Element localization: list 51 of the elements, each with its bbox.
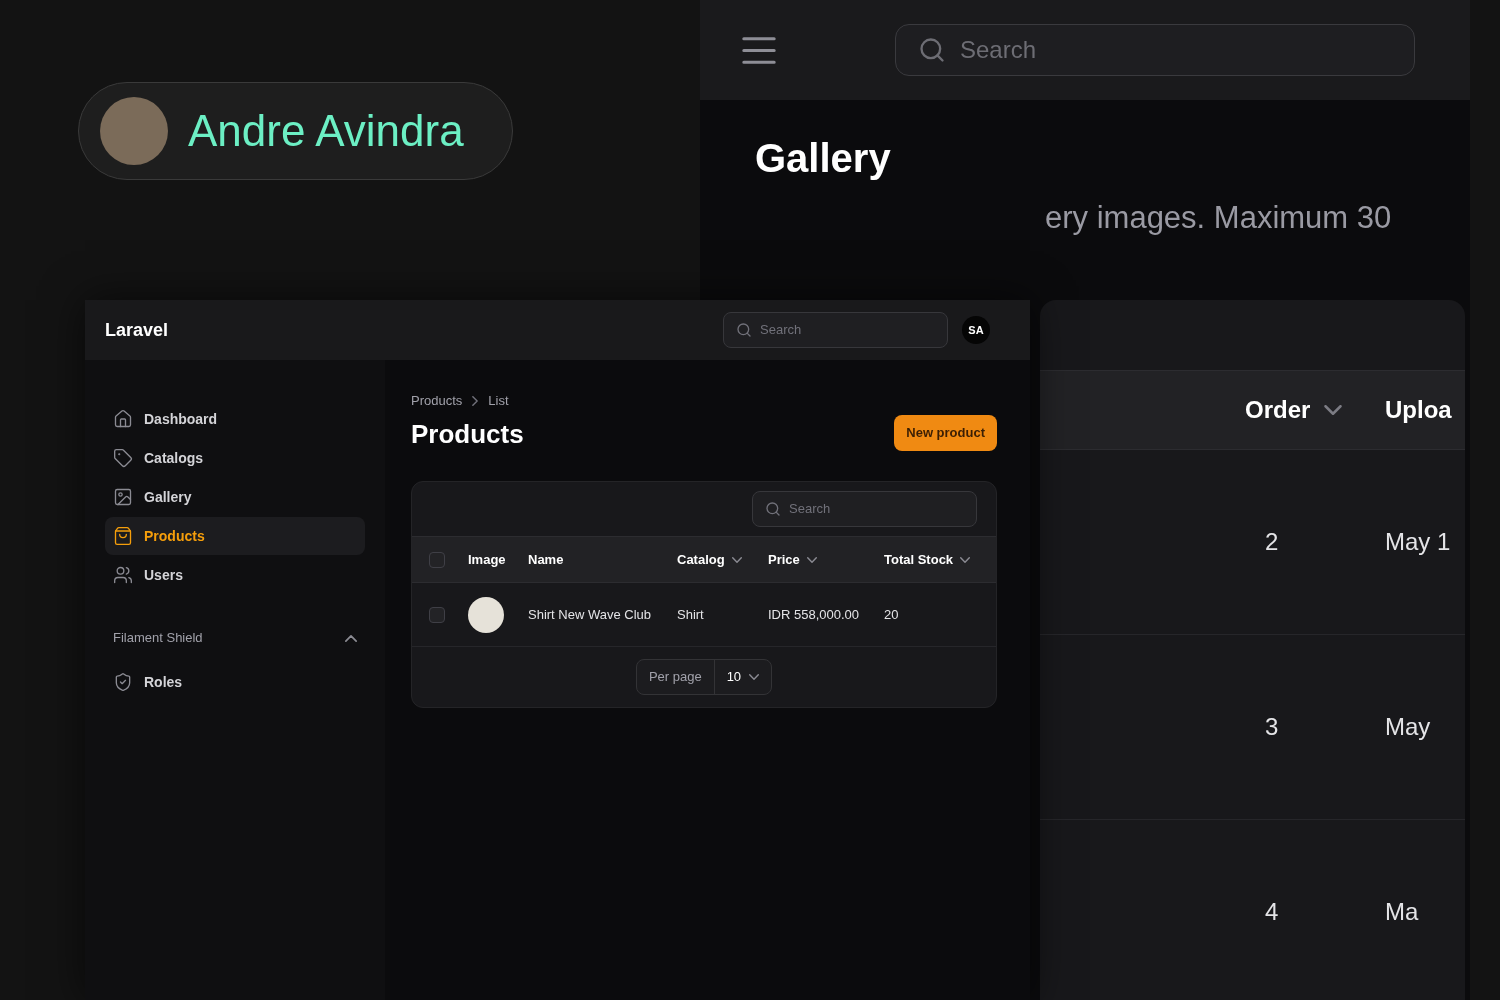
page-description: ery images. Maximum 30 [1045, 200, 1392, 236]
table-cell-text: 3 [1265, 712, 1279, 742]
shopping-bag-icon [113, 526, 133, 546]
sidebar-item[interactable]: Users [105, 556, 365, 594]
table-cell-text: May 1 [1385, 527, 1451, 557]
search-icon [765, 501, 781, 517]
chevron-up-icon[interactable] [345, 634, 357, 642]
sidebar-item[interactable]: Dashboard [105, 400, 365, 438]
table-cell-text: May [1385, 712, 1431, 742]
chevron-down-icon [749, 674, 760, 680]
search-icon [736, 322, 752, 338]
column-header[interactable]: Order [1245, 392, 1343, 428]
column-header: Uploa [1385, 395, 1452, 425]
chevron-right-icon [472, 396, 479, 406]
brand-name: Laravel [105, 318, 169, 342]
column-header[interactable]: Total Stock [884, 549, 971, 570]
checkbox[interactable] [429, 551, 445, 568]
table-cell-text: IDR 558,000.00 [768, 605, 860, 624]
photo-placeholder [468, 596, 504, 633]
shield-check-icon [113, 672, 133, 692]
group-label: Filament Shield [113, 629, 203, 648]
table-cell-text: Shirt New Wave Club [528, 605, 652, 624]
house-icon [113, 409, 133, 429]
new-product-button[interactable]: New product [894, 415, 997, 451]
column-header[interactable]: Catalog [677, 549, 742, 570]
sidebar-item[interactable]: Catalogs [105, 439, 365, 477]
menu-icon[interactable] [742, 36, 776, 64]
table-cell-text: Shirt [677, 605, 704, 624]
users-icon [113, 565, 133, 585]
breadcrumb-current: List [488, 392, 509, 411]
sidebar-item[interactable]: Gallery [105, 478, 365, 516]
image-icon [113, 487, 133, 507]
column-header: Name [528, 550, 564, 569]
column-header: Image [468, 550, 506, 569]
author-name: Andre Avindra [188, 105, 464, 157]
sidebar-item[interactable]: Roles [105, 663, 365, 701]
per-page-label: Per page [636, 660, 715, 694]
table-cell-text: Ma [1385, 897, 1419, 927]
per-page-select[interactable]: 10 [714, 660, 772, 694]
tag-icon [113, 448, 133, 468]
page-title: Gallery [755, 135, 891, 181]
user-avatar[interactable]: SA [962, 316, 990, 344]
table-cell-text: 4 [1265, 897, 1279, 927]
sidebar-item[interactable]: Products [105, 517, 365, 555]
checkbox[interactable] [429, 606, 445, 623]
page-title: Products [411, 418, 524, 451]
breadcrumb-link[interactable]: Products [411, 391, 463, 411]
table-cell-text: 20 [884, 605, 899, 624]
search-icon [918, 36, 946, 64]
table-cell-text: 2 [1265, 527, 1279, 557]
column-header[interactable]: Price [768, 549, 817, 570]
